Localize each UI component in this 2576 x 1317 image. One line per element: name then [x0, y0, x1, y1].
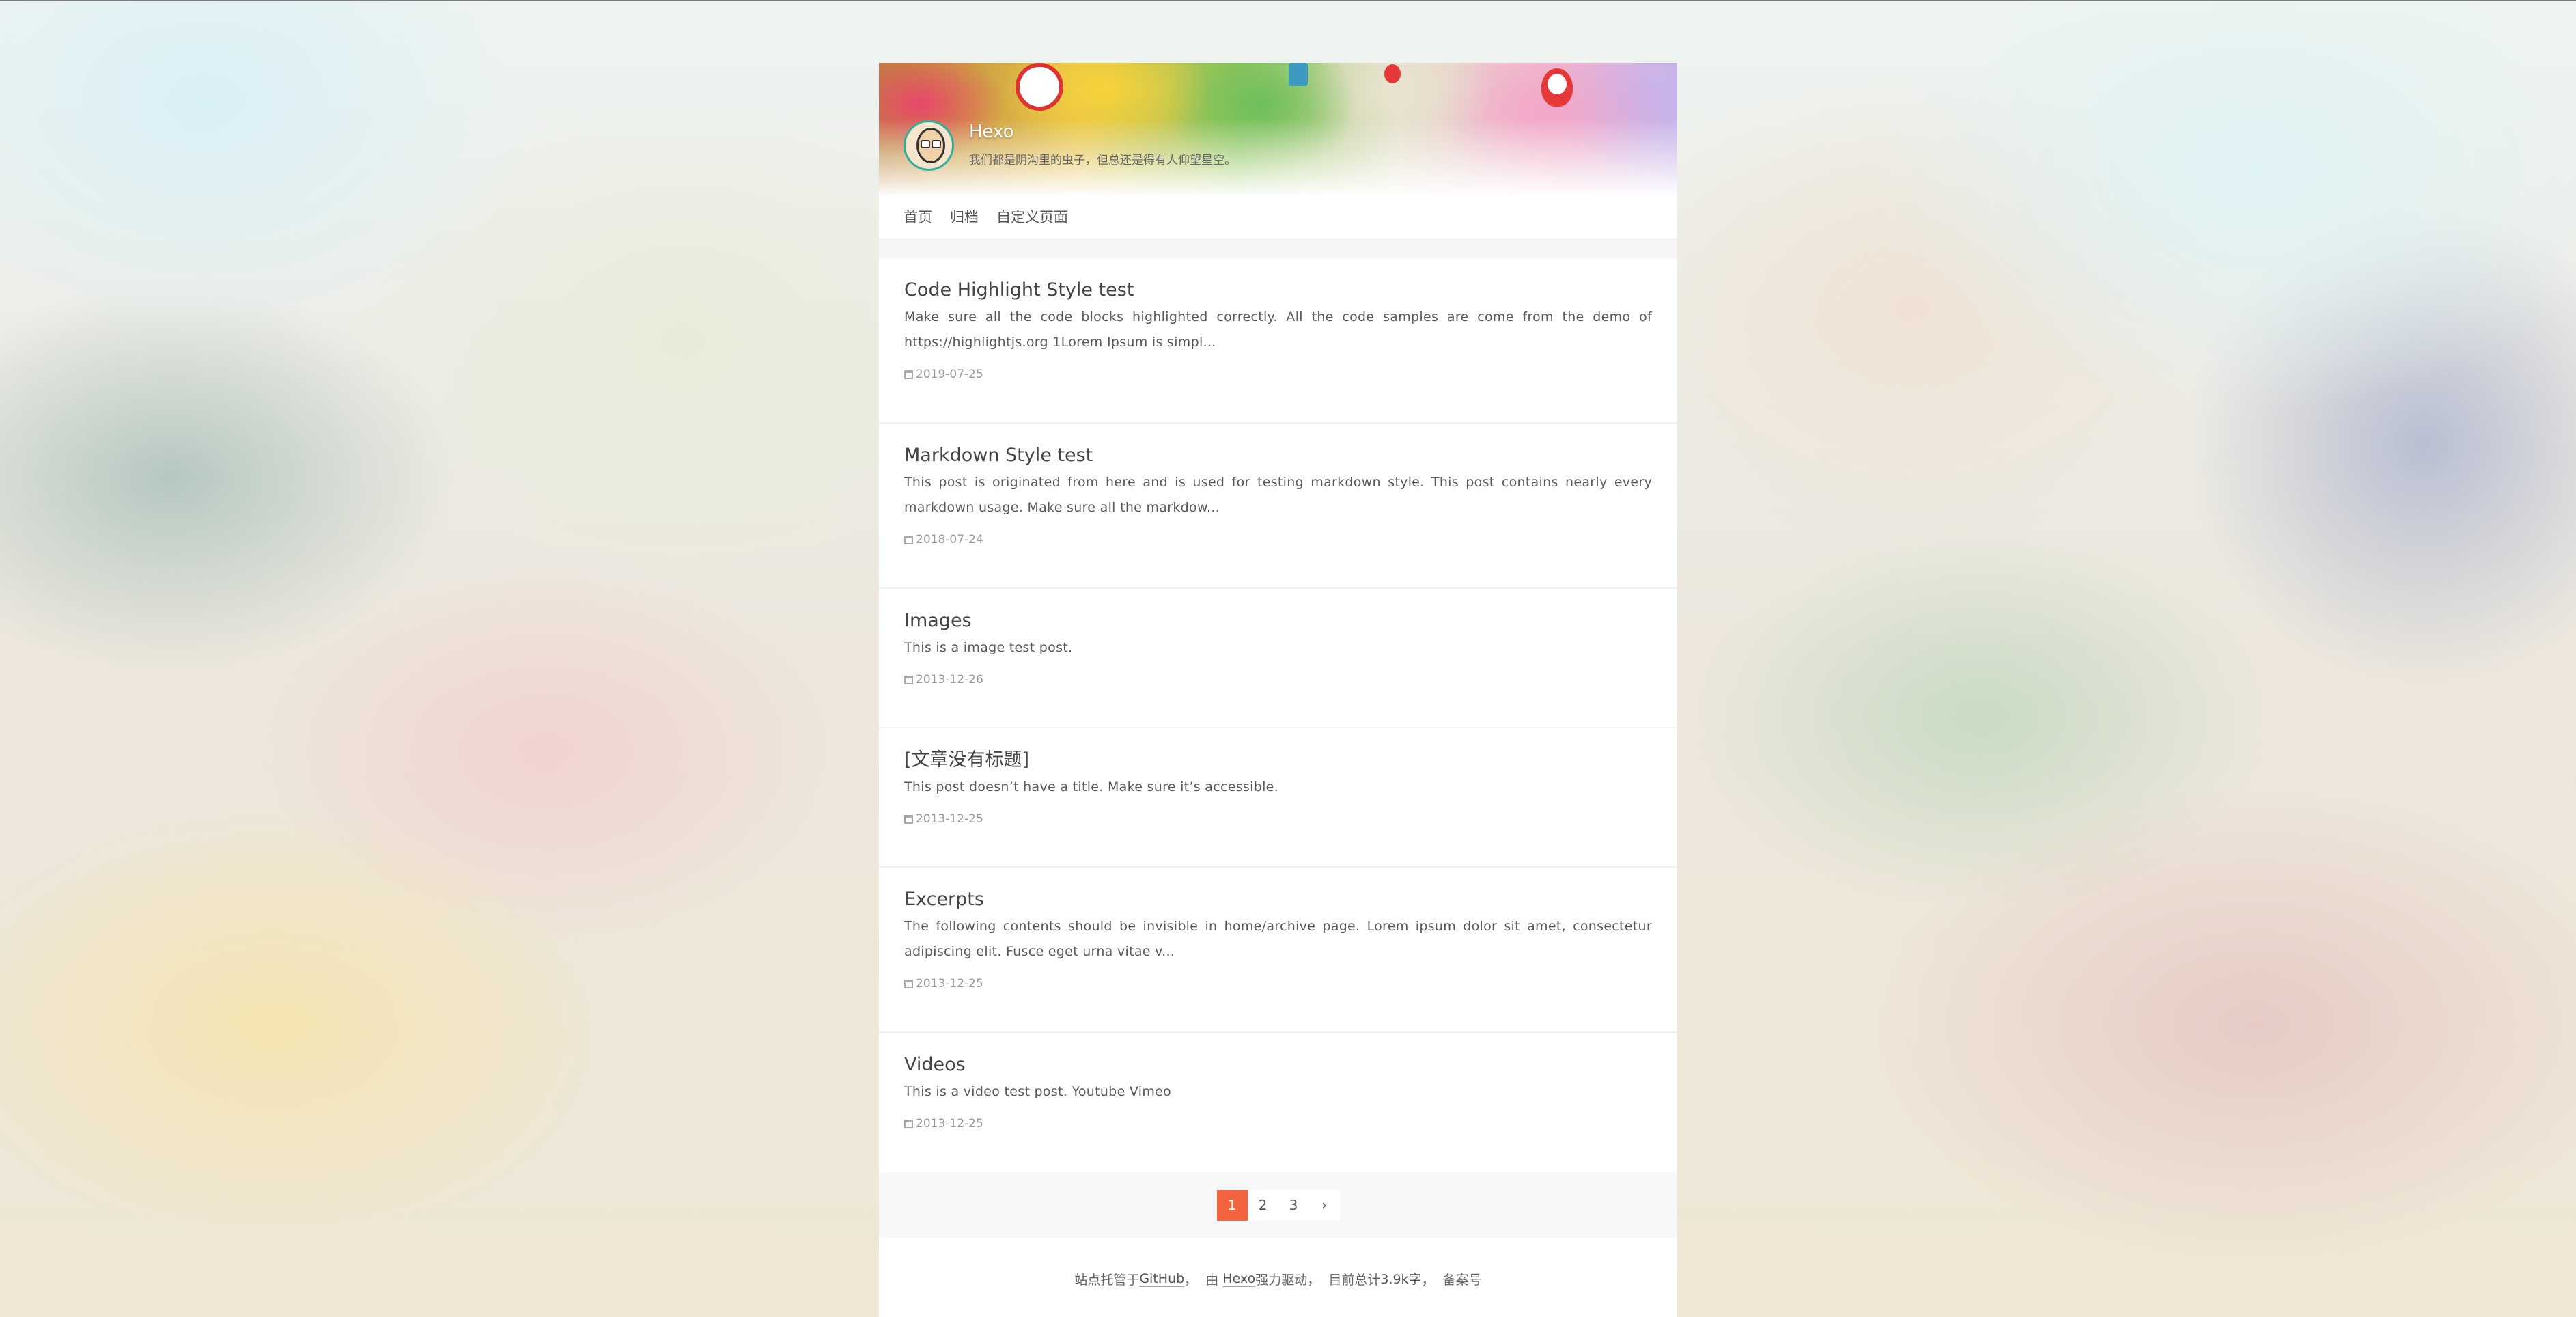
site-footer: 站点托管于 GitHub ， 由 Hexo 强力驱动， 目前总计 3.9k字 ，…: [879, 1238, 1677, 1317]
calendar-icon: [904, 814, 913, 824]
footer-icp-link[interactable]: 备案号: [1443, 1270, 1482, 1288]
footer-wordcount-label: 强力驱动， 目前总计: [1255, 1272, 1381, 1288]
post-list: Code Highlight Style test Make sure all …: [879, 258, 1677, 1172]
post-date: 2013-12-26: [904, 673, 1652, 687]
post-date-text: 2019-07-25: [916, 368, 983, 381]
header-banner: Hexo 我们都是阴沟里的虫子，但总还是得有人仰望星空。: [879, 63, 1677, 194]
post-title[interactable]: Code Highlight Style test: [904, 279, 1652, 302]
site-header: Hexo 我们都是阴沟里的虫子，但总还是得有人仰望星空。 首页 归档 自定义页面: [879, 63, 1677, 240]
post-item: Images This is a image test post. 2013-1…: [879, 589, 1677, 728]
post-date: 2013-12-25: [904, 977, 1652, 990]
post-item: Videos This is a video test post. Youtub…: [879, 1033, 1677, 1172]
browser-top-border: [0, 0, 2576, 1]
page-3-button[interactable]: 3: [1278, 1189, 1309, 1221]
footer-hexo-link[interactable]: Hexo: [1222, 1271, 1256, 1287]
post-excerpt: Make sure all the code blocks highlighte…: [904, 309, 1652, 350]
avatar-glasses-right: [932, 140, 941, 148]
post-date-text: 2013-12-26: [916, 673, 983, 687]
post-date-text: 2013-12-25: [916, 812, 983, 826]
post-excerpt: This is a video test post. Youtube Vimeo: [904, 1084, 1172, 1099]
nav-item-archive[interactable]: 归档: [950, 206, 979, 227]
nav-item-home[interactable]: 首页: [904, 206, 932, 227]
nav-item-custom-page[interactable]: 自定义页面: [996, 206, 1068, 227]
post-title[interactable]: Images: [904, 609, 1652, 633]
post-date-text: 2018-07-24: [916, 533, 983, 546]
post-excerpt: The following contents should be invisib…: [904, 919, 1652, 959]
post-date-text: 2013-12-25: [916, 977, 983, 990]
site-title[interactable]: Hexo: [969, 122, 1014, 142]
post-excerpt: This is a image test post.: [904, 640, 1073, 655]
avatar-glasses-left: [921, 140, 930, 148]
post-item: [文章没有标题] This post doesn’t have a title.…: [879, 728, 1677, 868]
pipe-art: [1289, 63, 1308, 86]
shy-guy-small-art: [1384, 64, 1401, 83]
post-excerpt: This post is originated from here and is…: [904, 475, 1652, 515]
post-excerpt: This post doesn’t have a title. Make sur…: [904, 779, 1278, 794]
calendar-icon: [904, 675, 913, 684]
avatar[interactable]: [904, 120, 954, 171]
footer-separator: ，: [1421, 1272, 1443, 1288]
chevron-right-icon[interactable]: ›: [1308, 1189, 1340, 1221]
footer-powered-text: ， 由: [1184, 1272, 1223, 1288]
post-title[interactable]: Markdown Style test: [904, 444, 1652, 467]
post-item: Excerpts The following contents should b…: [879, 868, 1677, 1033]
shy-guy-art: [1541, 68, 1573, 107]
footer-hosted-text: 站点托管于: [1074, 1272, 1140, 1288]
calendar-icon: [904, 1119, 913, 1128]
content-top-gap: [879, 240, 1677, 258]
footer-github-link[interactable]: GitHub: [1139, 1271, 1185, 1287]
post-date: 2018-07-24: [904, 533, 1652, 546]
calendar-icon: [904, 979, 913, 988]
post-title[interactable]: [文章没有标题]: [904, 749, 1652, 772]
main-container: Hexo 我们都是阴沟里的虫子，但总还是得有人仰望星空。 首页 归档 自定义页面…: [879, 63, 1677, 1317]
post-date: 2013-12-25: [904, 1117, 1652, 1131]
post-title[interactable]: Videos: [904, 1053, 1652, 1077]
post-item: Code Highlight Style test Make sure all …: [879, 258, 1677, 424]
footer-word-count: 3.9k字: [1380, 1269, 1422, 1288]
calendar-icon: [904, 535, 913, 544]
page-1-button[interactable]: 1: [1216, 1189, 1248, 1221]
site-subtitle: 我们都是阴沟里的虫子，但总还是得有人仰望星空。: [969, 154, 1236, 167]
piranha-plant-art: [1016, 63, 1063, 111]
post-title[interactable]: Excerpts: [904, 888, 1652, 911]
calendar-icon: [904, 370, 913, 379]
post-date: 2019-07-25: [904, 368, 1652, 381]
post-date-text: 2013-12-25: [916, 1117, 983, 1131]
post-item: Markdown Style test This post is origina…: [879, 424, 1677, 589]
post-date: 2013-12-25: [904, 812, 1652, 826]
page-2-button[interactable]: 2: [1247, 1189, 1278, 1221]
pagination: 1 2 3 ›: [879, 1172, 1677, 1238]
main-nav: 首页 归档 自定义页面: [879, 194, 1677, 240]
